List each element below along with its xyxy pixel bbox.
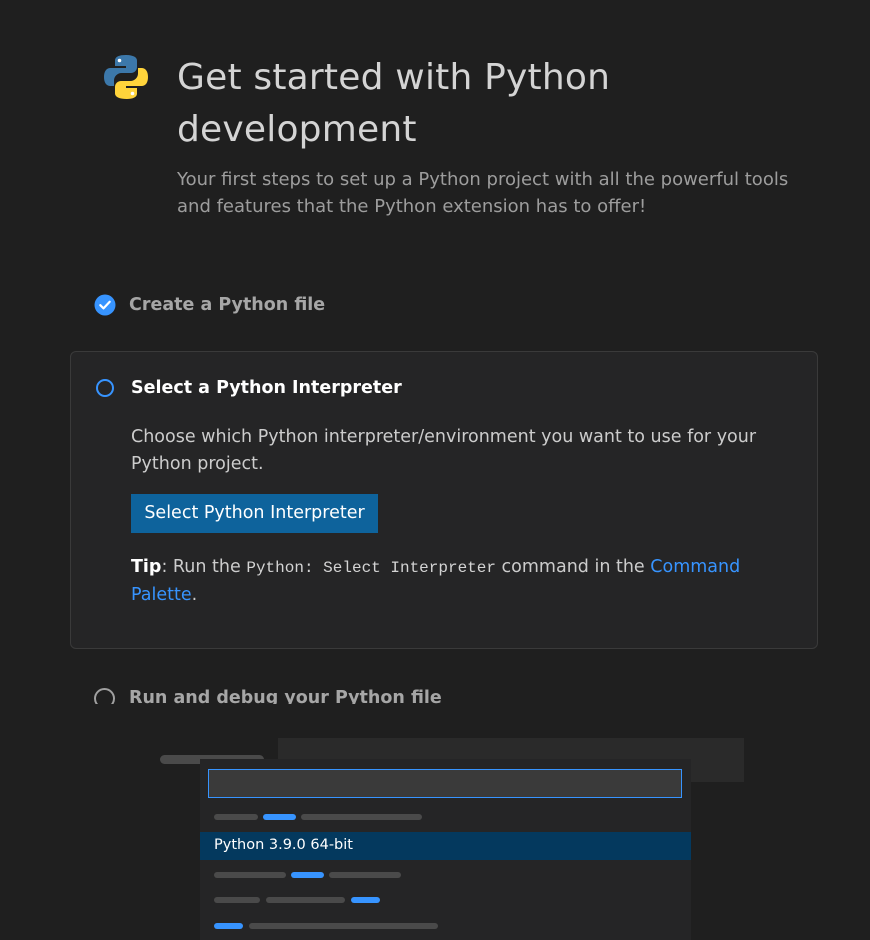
step-description: Choose which Python interpreter/environm… <box>131 427 757 474</box>
check-circle-icon <box>94 294 116 316</box>
placeholder-pill <box>214 814 258 820</box>
placeholder-pill <box>329 872 401 878</box>
tip-command: Python: Select Interpreter <box>246 559 496 577</box>
step-run-and-debug[interactable]: Run and debug your Python file <box>94 686 594 704</box>
placeholder-pill <box>249 923 438 929</box>
select-python-interpreter-button[interactable]: Select Python Interpreter <box>131 494 378 533</box>
tip-text-before: : Run the <box>161 557 247 577</box>
step-label: Run and debug your Python file <box>129 688 442 704</box>
step-label: Create a Python file <box>129 295 326 315</box>
step-create-python-file[interactable]: Create a Python file <box>94 290 325 320</box>
selected-item-label: Python 3.9.0 64-bit <box>214 837 353 853</box>
page-subtitle: Your first steps to set up a Python proj… <box>177 169 789 217</box>
placeholder-pill <box>214 897 260 903</box>
placeholder-pill <box>263 814 296 820</box>
interpreter-picker-illustration: Python 3.9.0 64-bit <box>160 737 750 940</box>
tip-label: Tip <box>131 557 162 577</box>
step-title: Select a Python Interpreter <box>131 378 402 398</box>
placeholder-pill <box>214 872 286 878</box>
placeholder-pill <box>301 814 422 820</box>
quick-pick-input <box>208 769 682 798</box>
python-logo-icon <box>101 52 151 102</box>
tip-text: Tip: Run the Python: Select Interpreter … <box>131 554 771 609</box>
quick-pick-panel: Python 3.9.0 64-bit <box>200 759 691 940</box>
tip-text-middle: command in the <box>495 557 651 577</box>
page-title: Get started with Python development <box>177 57 611 150</box>
radio-circle-icon <box>96 379 114 397</box>
quick-pick-selected-item: Python 3.9.0 64-bit <box>200 832 691 860</box>
placeholder-pill <box>266 897 345 903</box>
radio-circle-icon <box>94 688 115 704</box>
placeholder-pill <box>291 872 324 878</box>
placeholder-pill <box>214 923 243 929</box>
step-select-interpreter-card[interactable]: Select a Python Interpreter Choose which… <box>70 351 818 649</box>
placeholder-pill <box>351 897 380 903</box>
tip-text-after: . <box>191 585 198 605</box>
